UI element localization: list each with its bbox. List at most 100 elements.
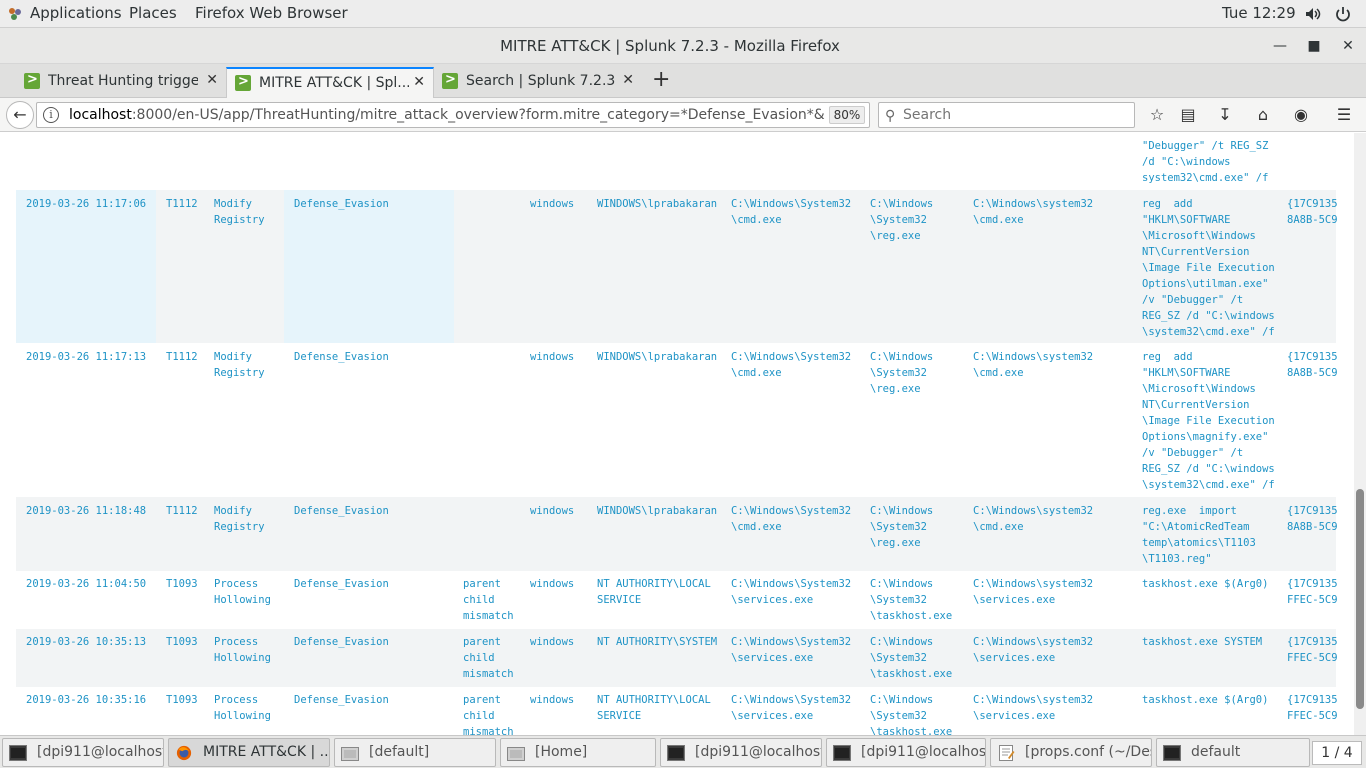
maximize-icon[interactable]: ■ — [1306, 38, 1322, 54]
taskbar-item-firefox[interactable]: MITRE ATT&CK | ... — [168, 738, 330, 767]
command-cell[interactable]: taskhost.exe SYSTEM — [1142, 634, 1262, 650]
parent-path-cell[interactable]: C:\Windows\system32 \cmd.exe — [973, 196, 1093, 228]
reading-list-icon[interactable]: ▤ — [1178, 105, 1198, 125]
command-cell[interactable]: reg add "HKLM\SOFTWARE \Microsoft\Window… — [1142, 349, 1275, 493]
image-cell[interactable]: C:\Windows \System32 \taskhost.exe — [870, 634, 952, 682]
table-row[interactable]: 2019-03-26 11:17:13 T1112 Modify Registr… — [16, 343, 1338, 497]
parent-path-cell[interactable]: C:\Windows\system32 \services.exe — [973, 634, 1093, 666]
technique-cell[interactable]: Process Hollowing — [214, 692, 271, 724]
taskbar-item-terminal-1[interactable]: [dpi911@localhost... — [2, 738, 164, 767]
parent-image-cell[interactable]: C:\Windows\System32 \cmd.exe — [731, 503, 851, 535]
taskbar-item-default-terminal[interactable]: default — [1156, 738, 1310, 767]
downloads-icon[interactable]: ↧ — [1215, 105, 1235, 125]
category-cell[interactable]: Defense_Evasion — [294, 503, 389, 519]
bookmark-star-icon[interactable]: ☆ — [1147, 105, 1167, 125]
tab-threat-hunting[interactable]: Threat Hunting trigge... ✕ — [16, 67, 226, 98]
power-icon[interactable] — [1334, 5, 1352, 23]
guid-cell[interactable]: {17C9135 8A8B-5C9 — [1287, 349, 1338, 381]
parent-image-cell[interactable]: C:\Windows\System32 \services.exe — [731, 634, 851, 666]
table-row[interactable]: 2019-03-26 11:17:06 T1112 Modify Registr… — [16, 190, 1338, 343]
pocket-icon[interactable]: ◉ — [1291, 105, 1311, 125]
parent-path-cell[interactable]: C:\Windows\system32 \services.exe — [973, 692, 1093, 724]
time-cell[interactable]: 2019-03-26 10:35:13 — [26, 634, 146, 650]
parent-image-cell[interactable]: C:\Windows\System32 \services.exe — [731, 692, 851, 724]
guid-cell[interactable]: {17C9135 FFEC-5C9 — [1287, 634, 1338, 666]
technique-cell[interactable]: Modify Registry — [214, 349, 265, 381]
os-cell[interactable]: windows — [530, 503, 574, 519]
time-cell[interactable]: 2019-03-26 11:04:50 — [26, 576, 146, 592]
search-box[interactable]: ⚲ — [878, 102, 1135, 128]
image-cell[interactable]: C:\Windows \System32 \reg.exe — [870, 503, 933, 551]
minimize-icon[interactable]: — — [1272, 38, 1288, 54]
time-cell[interactable]: 2019-03-26 11:18:48 — [26, 503, 146, 519]
table-row[interactable]: 2019-03-26 11:04:50 T1093 Process Hollow… — [16, 571, 1338, 629]
os-cell[interactable]: windows — [530, 196, 574, 212]
taskbar-item-terminal-3[interactable]: [dpi911@localhost... — [826, 738, 986, 767]
tab-mitre-attack[interactable]: MITRE ATT&CK | Spl... ✕ — [226, 67, 434, 98]
time-cell[interactable]: 2019-03-26 11:17:06 — [26, 196, 146, 212]
home-icon[interactable]: ⌂ — [1253, 105, 1273, 125]
technique-id-cell[interactable]: T1093 — [166, 576, 198, 592]
parent-path-cell[interactable]: C:\Windows\system32 \cmd.exe — [973, 349, 1093, 381]
image-cell[interactable]: C:\Windows \System32 \reg.exe — [870, 349, 933, 397]
category-cell[interactable]: Defense_Evasion — [294, 692, 389, 708]
taskbar-item-home-folder[interactable]: [Home] — [500, 738, 656, 767]
table-row[interactable]: 2019-03-26 10:35:16 T1093 Process Hollow… — [16, 687, 1338, 735]
image-cell[interactable]: C:\Windows \System32 \taskhost.exe — [870, 692, 952, 735]
technique-id-cell[interactable]: T1112 — [166, 349, 198, 365]
parent-image-cell[interactable]: C:\Windows\System32 \cmd.exe — [731, 349, 851, 381]
taskbar-item-default-folder[interactable]: [default] — [334, 738, 496, 767]
parent-path-cell[interactable]: C:\Windows\system32 \cmd.exe — [973, 503, 1093, 535]
category-cell[interactable]: Defense_Evasion — [294, 196, 389, 212]
url-text[interactable]: localhost:8000/en-US/app/ThreatHunting/m… — [69, 107, 825, 123]
command-cell[interactable]: taskhost.exe $(Arg0) — [1142, 576, 1268, 592]
note-cell[interactable]: parent child mismatch — [463, 692, 514, 735]
os-cell[interactable]: windows — [530, 692, 574, 708]
image-cell[interactable]: C:\Windows \System32 \reg.exe — [870, 196, 933, 244]
guid-cell[interactable]: {17C9135 FFEC-5C9 — [1287, 576, 1338, 608]
technique-cell[interactable]: Process Hollowing — [214, 634, 271, 666]
tab-search-splunk[interactable]: Search | Splunk 7.2.3 ✕ — [434, 67, 642, 98]
time-cell[interactable]: 2019-03-26 11:17:13 — [26, 349, 146, 365]
close-tab-icon[interactable]: ✕ — [413, 74, 425, 90]
active-app-menu[interactable]: Firefox Web Browser — [195, 4, 348, 22]
category-cell[interactable]: Defense_Evasion — [294, 576, 389, 592]
image-cell[interactable]: C:\Windows \System32 \taskhost.exe — [870, 576, 952, 624]
close-tab-icon[interactable]: ✕ — [206, 72, 218, 88]
note-cell[interactable]: parent child mismatch — [463, 634, 514, 682]
zoom-level[interactable]: 80% — [829, 106, 865, 124]
taskbar-item-terminal-2[interactable]: [dpi911@localhost... — [660, 738, 822, 767]
technique-id-cell[interactable]: T1112 — [166, 196, 198, 212]
guid-cell[interactable]: {17C9135 8A8B-5C9 — [1287, 196, 1338, 228]
parent-image-cell[interactable]: C:\Windows\System32 \services.exe — [731, 576, 851, 608]
time-cell[interactable]: 2019-03-26 10:35:16 — [26, 692, 146, 708]
user-cell[interactable]: NT AUTHORITY\SYSTEM — [597, 634, 717, 650]
new-tab-icon[interactable]: + — [652, 69, 670, 91]
vertical-scrollbar[interactable] — [1354, 133, 1366, 735]
volume-icon[interactable] — [1304, 5, 1322, 23]
technique-cell[interactable]: Modify Registry — [214, 503, 265, 535]
os-cell[interactable]: windows — [530, 576, 574, 592]
command-cell[interactable]: reg.exe import "C:\AtomicRedTeam temp\at… — [1142, 503, 1256, 567]
note-cell[interactable]: parent child mismatch — [463, 576, 514, 624]
search-input[interactable] — [903, 106, 1123, 124]
parent-path-cell[interactable]: C:\Windows\system32 \services.exe — [973, 576, 1093, 608]
close-window-icon[interactable]: ✕ — [1340, 38, 1356, 54]
user-cell[interactable]: WINDOWS\lprabakaran — [597, 503, 717, 519]
os-cell[interactable]: windows — [530, 634, 574, 650]
places-menu[interactable]: Places — [129, 4, 177, 22]
table-row[interactable]: 2019-03-26 10:35:13 T1093 Process Hollow… — [16, 629, 1338, 687]
user-cell[interactable]: NT AUTHORITY\LOCAL SERVICE — [597, 692, 711, 724]
technique-id-cell[interactable]: T1093 — [166, 692, 198, 708]
user-cell[interactable]: WINDOWS\lprabakaran — [597, 349, 717, 365]
user-cell[interactable]: WINDOWS\lprabakaran — [597, 196, 717, 212]
url-bar[interactable]: i localhost:8000/en-US/app/ThreatHunting… — [36, 102, 892, 128]
guid-cell[interactable]: {17C9135 8A8B-5C9 — [1287, 503, 1338, 535]
parent-image-cell[interactable]: C:\Windows\System32 \cmd.exe — [731, 196, 851, 228]
command-cell[interactable]: reg add "HKLM\SOFTWARE \Microsoft\Window… — [1142, 196, 1275, 340]
table-row[interactable]: "Debugger" /t REG_SZ /d "C:\windows syst… — [16, 133, 1336, 190]
table-row[interactable]: 2019-03-26 11:18:48 T1112 Modify Registr… — [16, 497, 1338, 571]
back-arrow-icon[interactable]: ← — [6, 101, 34, 129]
technique-id-cell[interactable]: T1093 — [166, 634, 198, 650]
technique-cell[interactable]: Process Hollowing — [214, 576, 271, 608]
